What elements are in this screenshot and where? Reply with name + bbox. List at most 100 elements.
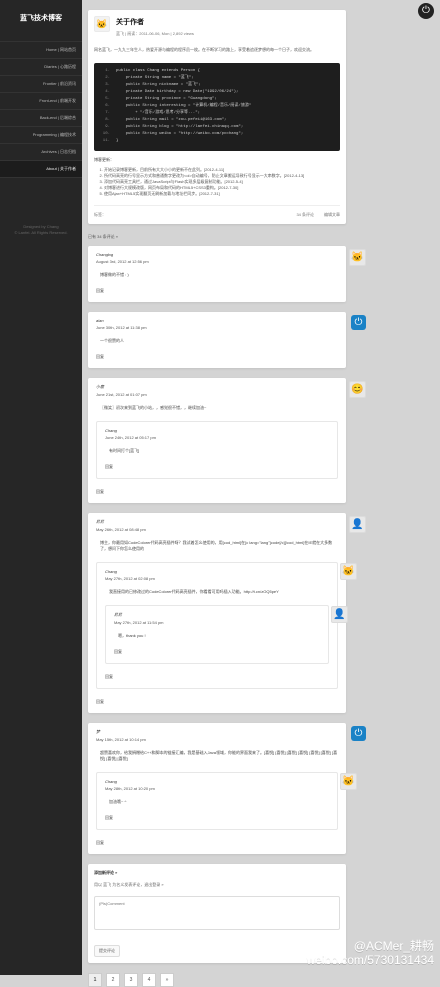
submit-button[interactable]: 提交评论 xyxy=(94,945,120,957)
post-title: 关于作者 xyxy=(116,19,144,26)
sidebar-nav: Home | 网站首页 Diaries | 心路历程 Frontier | 前沿… xyxy=(0,41,82,178)
sidebar-item-home[interactable]: Home | 网站首页 xyxy=(0,42,82,59)
edit-post-link[interactable]: 编辑文章 xyxy=(324,212,340,218)
comment: ⏻ alan June 30th, 2012 at 11:38 pm 一个很赞的… xyxy=(88,312,366,368)
code-line: private String province = "Guangdong"; xyxy=(116,97,217,101)
sidebar: 蓝飞技术博客 Home | 网站首页 Diaries | 心路历程 Fronti… xyxy=(0,0,82,975)
comment-author[interactable]: alan xyxy=(96,318,338,323)
code-line: public String nickname = "蓝飞"; xyxy=(116,83,201,87)
code-line: + "/音乐/游戏/思考/分享等..."; xyxy=(116,111,201,115)
comment-date: June 30th, 2012 at 11:38 pm xyxy=(96,325,147,330)
comment-textarea[interactable] xyxy=(94,896,340,930)
comment-date: May 26th, 2012 at 08:48 pm xyxy=(96,527,146,532)
post-footer: 标签： 34 条评论 编辑文章 xyxy=(94,205,340,218)
reply-link[interactable]: 回复 xyxy=(96,288,338,294)
reply-link[interactable]: 回复 xyxy=(96,699,338,705)
code-line: } xyxy=(116,139,119,143)
reply-link[interactable]: 回复 xyxy=(105,815,329,821)
sidebar-item-archives[interactable]: Archives | 日志归档 xyxy=(0,144,82,161)
code-line: public class Chang extends Person { xyxy=(116,69,201,73)
comment-author[interactable]: Chang xyxy=(105,428,329,433)
reply-link[interactable]: 回复 xyxy=(105,674,329,680)
comment: 😊 小鹿 June 21st, 2012 at 01:07 pm 〖微笑〗初次来… xyxy=(88,378,366,503)
pagination: 1 2 3 4 » xyxy=(88,973,346,987)
comment-body: 〖微笑〗初次来到蓝飞的小站，，感觉很不错，，继续加油~ xyxy=(100,405,207,410)
page-3[interactable]: 3 xyxy=(124,973,138,987)
code-block: 1. public class Chang extends Person { 2.… xyxy=(94,63,340,151)
code-line: public String blog = "http://lanfei.chin… xyxy=(116,125,244,129)
power-icon[interactable]: ⏻ xyxy=(418,3,434,19)
code-line: public String interesting = "计算机/编程/音乐/阅… xyxy=(116,104,252,108)
comment-date: May 27th, 2012 at 11:54 pm xyxy=(114,620,164,625)
post-intro: 网名蓝飞，一九九三年生人，热爱开源与编程的程序员一枚。在不断学习的路上，享受着追… xyxy=(94,47,314,52)
updates-list: 开始记录博客更新，目前所有大大小小的更新不在此列。[2012-4-11] 所代码… xyxy=(94,167,340,197)
comment-body: 有时间打个[蓝飞] xyxy=(109,448,140,453)
author-avatar: 🐱 xyxy=(94,16,110,32)
reply-link[interactable]: 回复 xyxy=(105,464,329,470)
designed-by: Designed by Chang © Lanfei. All Rights R… xyxy=(0,224,82,236)
code-line: private String name = "蓝飞"; xyxy=(116,76,194,80)
cat-icon: 🐱 xyxy=(349,249,366,266)
comment-author[interactable]: 小鹿 xyxy=(96,384,338,390)
comment-body: 一个很赞的人 xyxy=(100,338,124,343)
reply-info: 用以 蓝飞 为名义发表评论，退出登录 » xyxy=(94,882,164,887)
post-meta: 蓝飞 | 阅读：2011-06-06, Mon | 2,892 views xyxy=(116,31,194,36)
reply-link[interactable]: 回复 xyxy=(96,489,338,495)
comment-author[interactable]: 梦 xyxy=(96,729,338,735)
sidebar-item-about[interactable]: About | 关于作者 xyxy=(0,161,82,178)
comment-author[interactable]: Chang xyxy=(105,569,329,574)
nested-comment: 👤 尼尼 May 27th, 2012 at 11:54 pm 嗯，thank … xyxy=(105,605,348,664)
post-header: 🐱 关于作者 蓝飞 | 阅读：2011-06-06, Mon | 2,892 v… xyxy=(94,16,340,37)
reply-link[interactable]: 回复 xyxy=(114,649,320,655)
smiley-icon: 😊 xyxy=(349,381,366,398)
comments-count: 已有 34 条评论 » xyxy=(88,234,119,239)
page-next[interactable]: » xyxy=(160,973,174,987)
sidebar-item-programming[interactable]: Programming | 编程技术 xyxy=(0,127,82,144)
update-item: 使用Ajax+HTML5实现翻页无刷新加载与地址栏同步。[2012-7-31] xyxy=(104,191,340,197)
comment-author[interactable]: Chang xyxy=(105,779,329,784)
comment-body: 博主，你最用如CodeColorer代码高亮插件呀？我试着怎么使用的，用[cod… xyxy=(100,540,333,551)
sidebar-item-frontier[interactable]: Frontier | 前沿资讯 xyxy=(0,76,82,93)
comment: 🐱 Changlog August 3rd, 2012 at 12:56 pm … xyxy=(88,246,366,302)
comment-date: May 27th, 2012 at 02:08 pm xyxy=(105,576,155,581)
page-2[interactable]: 2 xyxy=(106,973,120,987)
main-content: 🐱 关于作者 蓝飞 | 阅读：2011-06-06, Mon | 2,892 v… xyxy=(88,10,366,987)
nested-comment: Chang June 24th, 2012 at 05:17 pm 有时间打个[… xyxy=(96,421,338,479)
comment-author[interactable]: 尼尼 xyxy=(96,519,338,525)
comment-date: August 3rd, 2012 at 12:56 pm xyxy=(96,259,149,264)
post-card: 🐱 关于作者 蓝飞 | 阅读：2011-06-06, Mon | 2,892 v… xyxy=(88,10,346,224)
updates-title: 博客更新： xyxy=(94,157,114,162)
nested-comment: 🐱 Chang May 27th, 2012 at 02:08 pm 我直接用的… xyxy=(96,562,357,689)
power-icon: ⏻ xyxy=(351,726,366,741)
comment-author[interactable]: Changlog xyxy=(96,252,338,257)
sidebar-item-diaries[interactable]: Diaries | 心路历程 xyxy=(0,59,82,76)
watermark-line-1: @ACMer_耕畅 xyxy=(353,939,434,953)
user-icon: 👤 xyxy=(349,516,366,533)
sidebar-item-frontend[interactable]: Front-end | 前端开发 xyxy=(0,93,82,110)
comment: 👤 尼尼 May 26th, 2012 at 08:48 pm 博主，你最用如C… xyxy=(88,513,366,713)
watermark-line-2: weibo.com/5730131434 xyxy=(306,953,434,967)
comment-body: 加油哦~ ^ xyxy=(109,799,127,804)
comment-author[interactable]: 尼尼 xyxy=(114,612,320,618)
reply-link[interactable]: 回复 xyxy=(96,840,338,846)
code-line: private Date birthday = new Date("1992/0… xyxy=(116,90,239,94)
comment: ⏻ 梦 May 15th, 2012 at 10:14 pm 超赞喜欢你，给我捐… xyxy=(88,723,366,854)
power-icon: ⏻ xyxy=(351,315,366,330)
comments-link[interactable]: 34 条评论 xyxy=(296,212,314,218)
page-4[interactable]: 4 xyxy=(142,973,156,987)
nested-comment: 🐱 Chang May 28th, 2012 at 10:20 pm 加油哦~ … xyxy=(96,772,357,830)
comment-date: June 21st, 2012 at 01:07 pm xyxy=(96,392,147,397)
reply-link[interactable]: 回复 xyxy=(96,354,338,360)
cat-icon: 🐱 xyxy=(340,773,357,790)
user-icon: 👤 xyxy=(331,606,348,623)
designed-line-2: © Lanfei. All Rights Reserved. xyxy=(14,230,68,235)
sidebar-item-backend[interactable]: Back-end | 后端综合 xyxy=(0,110,82,127)
code-line: public String weibo = "http://weibo.com/… xyxy=(116,132,244,136)
page-1[interactable]: 1 xyxy=(88,973,102,987)
site-title[interactable]: 蓝飞技术博客 xyxy=(0,0,82,33)
cat-icon: 🐱 xyxy=(340,563,357,580)
tags-label: 标签： xyxy=(94,212,106,217)
comment-date: June 24th, 2012 at 05:17 pm xyxy=(105,435,156,440)
watermark: @ACMer_耕畅 weibo.com/5730131434 xyxy=(307,939,434,967)
comment-date: May 28th, 2012 at 10:20 pm xyxy=(105,786,155,791)
